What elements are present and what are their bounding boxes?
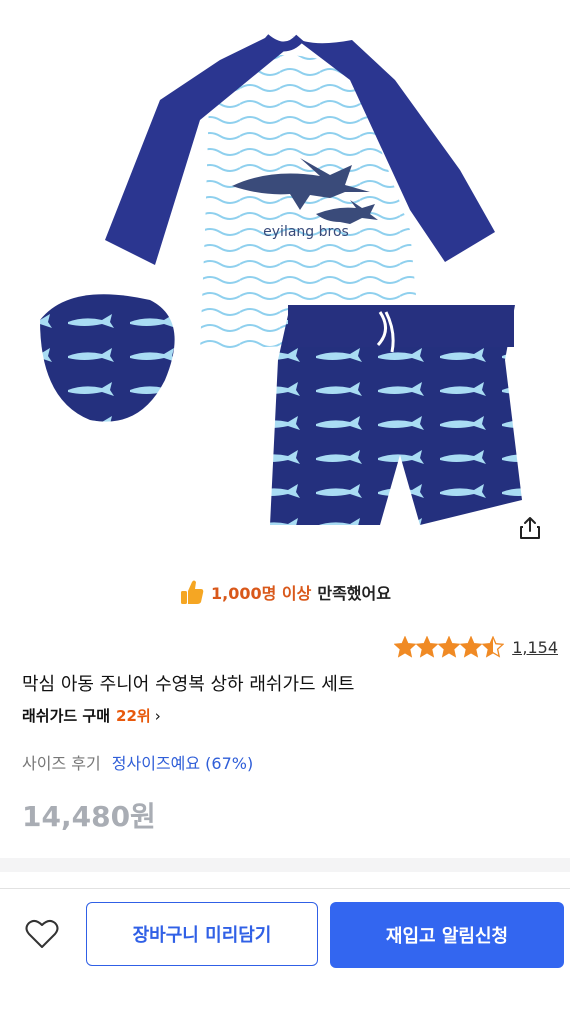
section-divider	[0, 858, 570, 872]
satisfaction-banner: 1,000명 이상 만족했어요	[0, 572, 570, 612]
star-icon	[482, 636, 505, 658]
chevron-right-icon: ›	[154, 706, 161, 725]
rank-value: 22위	[116, 707, 151, 725]
star-icon	[460, 636, 483, 658]
thumbs-up-icon	[179, 578, 205, 606]
print-text: eyilang bros	[263, 224, 349, 240]
category-rank-link[interactable]: 래쉬가드 구매 22위 ›	[22, 705, 161, 726]
star-rating	[394, 636, 505, 658]
product-title: 막심 아동 주니어 수영복 상하 래쉬가드 세트	[22, 674, 355, 695]
satisfaction-count: 1,000명 이상	[211, 584, 312, 603]
wishlist-button[interactable]	[22, 914, 62, 954]
heart-icon	[25, 919, 59, 948]
satisfaction-text: 만족했어요	[317, 584, 391, 603]
add-to-cart-button[interactable]: 장바구니 미리담기	[86, 902, 318, 966]
share-icon	[520, 517, 540, 539]
size-review-label: 사이즈 후기	[22, 754, 101, 773]
review-count-link[interactable]: 1,154	[512, 638, 558, 657]
rating-row[interactable]: 1,154	[394, 633, 558, 661]
share-button[interactable]	[514, 512, 546, 544]
star-icon	[394, 636, 417, 658]
size-review: 사이즈 후기 정사이즈예요 (67%)	[22, 750, 253, 774]
restock-alert-button[interactable]: 재입고 알림신청	[330, 902, 564, 968]
star-icon	[416, 636, 439, 658]
star-icon	[438, 636, 461, 658]
rank-label: 래쉬가드 구매	[22, 707, 111, 725]
size-review-value: 정사이즈예요 (67%)	[111, 754, 254, 773]
bottom-action-bar: 장바구니 미리담기 재입고 알림신청	[0, 888, 570, 1025]
price: 14,480원	[22, 800, 156, 833]
product-image: eyilang bros	[0, 0, 570, 560]
